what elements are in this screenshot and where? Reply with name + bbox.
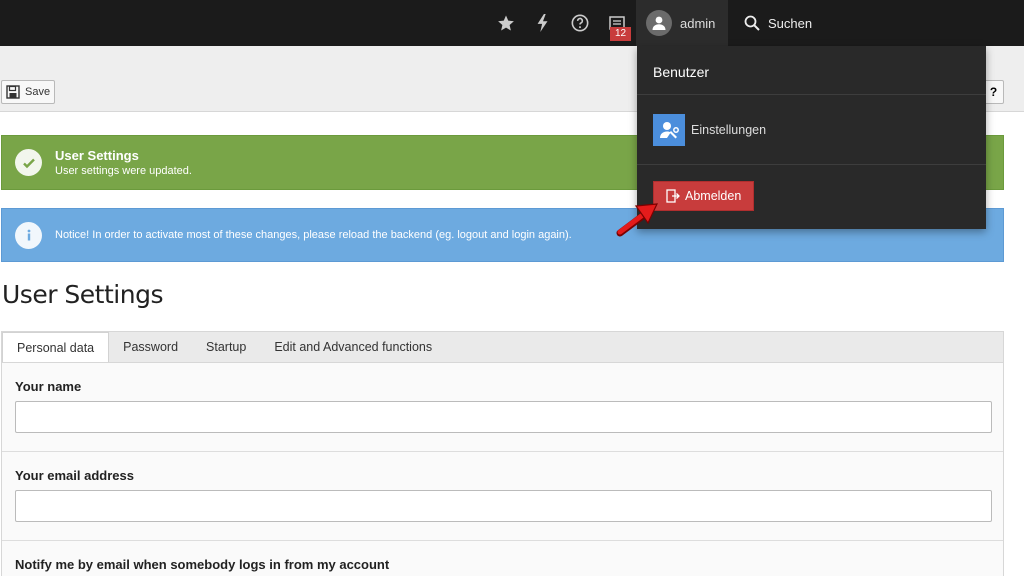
divider (2, 540, 1003, 541)
user-settings-icon (653, 114, 685, 146)
logout-button[interactable]: Abmelden (653, 181, 754, 211)
tab-password[interactable]: Password (109, 332, 192, 363)
name-label: Your name (15, 379, 82, 394)
help-button[interactable]: ? (983, 80, 1004, 104)
logout-label: Abmelden (685, 189, 742, 203)
notify-label: Notify me by email when somebody logs in… (15, 557, 390, 572)
check-icon (15, 149, 42, 176)
logout-icon (666, 189, 680, 203)
tab-startup[interactable]: Startup (192, 332, 260, 363)
divider (637, 94, 986, 95)
info-icon (15, 221, 42, 249)
divider (2, 451, 1003, 452)
help-icon[interactable] (565, 0, 595, 46)
pointer-arrow-icon (616, 203, 658, 237)
user-menu-button[interactable]: admin (636, 0, 728, 46)
settings-label: Einstellungen (691, 123, 767, 137)
user-dropdown-menu: Benutzer Einstellungen Abmelden (637, 46, 986, 229)
alert-message: User settings were updated. (55, 165, 192, 177)
name-input[interactable] (15, 401, 992, 433)
settings-tabs: Personal data Password Startup Edit and … (1, 331, 1004, 364)
email-label: Your email address (15, 468, 134, 483)
avatar (646, 10, 672, 36)
top-bar: 12 admin Suchen (0, 0, 1024, 46)
search-icon (744, 15, 760, 31)
save-label: Save (25, 86, 51, 98)
email-input[interactable] (15, 490, 992, 522)
tab-panel: Your name Your email address Notify me b… (1, 362, 1004, 576)
save-icon (6, 85, 20, 99)
save-button[interactable]: Save (1, 80, 56, 104)
flash-icon[interactable] (528, 0, 558, 46)
search-label: Suchen (768, 15, 813, 31)
alert-message: Notice! In order to activate most of the… (55, 229, 572, 241)
task-count-badge: 12 (610, 27, 631, 41)
user-name: admin (680, 15, 716, 31)
tab-edit-advanced[interactable]: Edit and Advanced functions (260, 332, 446, 363)
search-button[interactable]: Suchen (730, 0, 1024, 46)
settings-menu-item[interactable]: Einstellungen (653, 114, 766, 146)
tab-personal-data[interactable]: Personal data (2, 332, 110, 364)
alert-title: User Settings (55, 148, 139, 163)
divider (637, 164, 986, 165)
page-title: User Settings (2, 280, 163, 309)
star-icon[interactable] (491, 0, 521, 46)
menu-header: Benutzer (653, 64, 710, 80)
